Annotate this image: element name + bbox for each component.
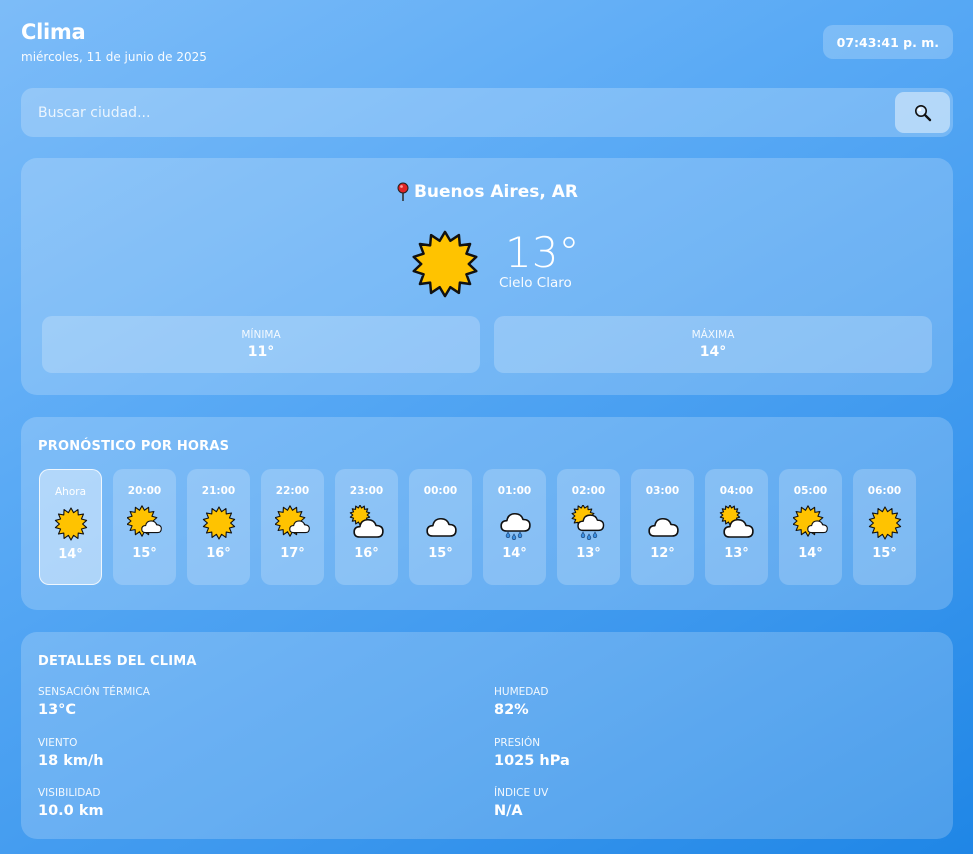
feels-like-label: SENSACIÓN TÉRMICA <box>38 686 150 698</box>
min-label: MÍNIMA <box>241 329 281 341</box>
sun-icon <box>53 506 89 542</box>
sun-icon <box>411 230 479 298</box>
hour-time: 04:00 <box>719 485 754 497</box>
rain-cloud-icon <box>497 505 533 541</box>
search-icon <box>914 104 931 121</box>
hour-temp: 14° <box>58 547 83 562</box>
hour-item: 02:00 13° <box>557 469 620 585</box>
cloud-icon <box>645 505 681 541</box>
sun-behind-cloud-icon <box>126 505 163 541</box>
hour-item: 06:00 15° <box>853 469 916 585</box>
pressure-value: 1025 hPa <box>494 753 570 769</box>
app-title: Clima <box>21 20 86 44</box>
sun-behind-cloud-icon <box>274 505 311 541</box>
hourly-title: PRONÓSTICO POR HORAS <box>38 439 230 454</box>
sun-icon <box>201 505 237 541</box>
detail-feels-like: SENSACIÓN TÉRMICA 13°C <box>38 686 150 718</box>
search-input[interactable] <box>21 88 881 137</box>
uv-value: N/A <box>494 803 523 819</box>
hour-temp: 16° <box>354 546 379 561</box>
hour-time: 03:00 <box>645 485 680 497</box>
detail-wind: VIENTO 18 km/h <box>38 737 104 769</box>
hour-item: 01:00 14° <box>483 469 546 585</box>
detail-visibility: VISIBILIDAD 10.0 km <box>38 787 104 819</box>
hour-time: 05:00 <box>793 485 828 497</box>
hour-temp: 15° <box>132 546 157 561</box>
pressure-label: PRESIÓN <box>494 737 541 749</box>
hour-item: 21:00 16° <box>187 469 250 585</box>
hour-temp: 14° <box>502 546 527 561</box>
detail-uv: ÍNDICE UV N/A <box>494 787 548 819</box>
cloud-icon <box>423 505 459 541</box>
hour-item: 22:00 17° <box>261 469 324 585</box>
hour-time: 22:00 <box>275 485 310 497</box>
sun-rain-cloud-icon <box>571 504 607 541</box>
hour-time: 02:00 <box>571 485 606 497</box>
details-card: DETALLES DEL CLIMA SENSACIÓN TÉRMICA 13°… <box>21 632 953 839</box>
hour-temp: 13° <box>576 546 601 561</box>
min-temp-box: MÍNIMA 11° <box>42 316 480 373</box>
hour-temp: 16° <box>206 546 231 561</box>
max-temp-box: MÁXIMA 14° <box>494 316 932 373</box>
wind-value: 18 km/h <box>38 753 104 769</box>
wind-label: VIENTO <box>38 737 78 749</box>
cloud-with-sun-icon <box>719 504 755 541</box>
hour-item: 04:00 13° <box>705 469 768 585</box>
min-value: 11° <box>247 344 275 360</box>
sun-icon <box>867 505 903 541</box>
hour-temp: 17° <box>280 546 305 561</box>
location-name: Buenos Aires, AR <box>413 182 579 202</box>
cloud-with-sun-icon <box>349 504 385 541</box>
feels-like-value: 13°C <box>38 702 77 718</box>
current-date: miércoles, 11 de junio de 2025 <box>21 50 207 64</box>
detail-pressure: PRESIÓN 1025 hPa <box>494 737 570 769</box>
hour-item: 00:00 15° <box>409 469 472 585</box>
hour-temp: 15° <box>428 546 453 561</box>
hour-time: 21:00 <box>201 485 236 497</box>
max-label: MÁXIMA <box>691 329 735 341</box>
hour-time: 23:00 <box>349 485 384 497</box>
hour-item: 03:00 12° <box>631 469 694 585</box>
humidity-label: HUMEDAD <box>494 686 549 698</box>
hour-item: 05:00 14° <box>779 469 842 585</box>
uv-label: ÍNDICE UV <box>494 787 549 799</box>
hour-time: Ahora <box>54 486 86 498</box>
hour-time: 06:00 <box>867 485 902 497</box>
hour-time: 00:00 <box>423 485 458 497</box>
detail-humidity: HUMEDAD 82% <box>494 686 548 718</box>
hour-temp: 12° <box>650 546 675 561</box>
search-button[interactable] <box>895 92 950 133</box>
visibility-label: VISIBILIDAD <box>38 787 101 799</box>
hour-item: 20:00 15° <box>113 469 176 585</box>
current-temperature: 13° <box>505 228 580 277</box>
details-title: DETALLES DEL CLIMA <box>38 654 197 669</box>
hour-temp: 15° <box>872 546 897 561</box>
search-bar <box>21 88 953 137</box>
current-weather-card: Buenos Aires, AR 13° Cielo Claro MÍNIMA … <box>21 158 953 395</box>
visibility-value: 10.0 km <box>38 803 104 819</box>
hour-temp: 14° <box>798 546 823 561</box>
hour-time: 20:00 <box>127 485 162 497</box>
hour-time: 01:00 <box>497 485 532 497</box>
pin-icon <box>397 182 409 201</box>
hour-item: 23:00 16° <box>335 469 398 585</box>
condition-text: Cielo Claro <box>499 275 572 291</box>
hour-temp: 13° <box>724 546 749 561</box>
hourly-forecast-card: PRONÓSTICO POR HORAS Ahora 14° 20:00 15° 21:… <box>21 417 953 610</box>
header: Clima miércoles, 11 de junio de 2025 <box>21 20 207 64</box>
hourly-list: Ahora 14° 20:00 15° 21:00 16° 22:00 17° 23:00 16°… <box>39 469 916 585</box>
clock: 07:43:41 p. m. <box>822 25 953 59</box>
hour-item: Ahora 14° <box>39 469 102 585</box>
location: Buenos Aires, AR <box>21 182 953 202</box>
humidity-value: 82% <box>494 702 529 718</box>
sun-behind-cloud-icon <box>792 505 829 541</box>
max-value: 14° <box>699 344 727 360</box>
